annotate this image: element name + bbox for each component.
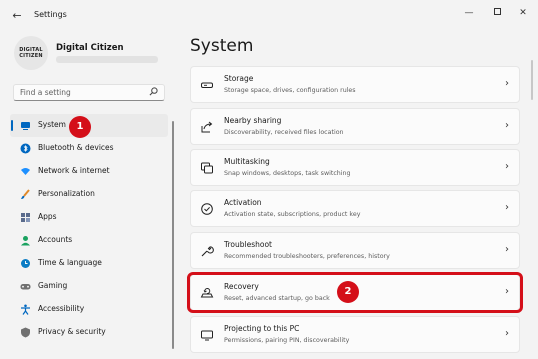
sidebar-item-label: Personalization [38,189,95,198]
chevron-right-icon: › [505,161,509,172]
sidebar-item-time-language[interactable]: Time & language [10,252,168,275]
sidebar-item-privacy[interactable]: Privacy & security [10,321,168,344]
storage-drive-icon [200,78,214,92]
settings-window: ← Settings — ✕ DIGITAL CITIZEN Digital C… [0,0,538,359]
card-title: Storage [224,74,254,83]
user-email-redacted [56,56,158,63]
multitasking-icon [200,161,214,175]
back-button[interactable]: ← [10,9,24,23]
sidebar-item-label: System [38,120,66,129]
search-input[interactable]: Find a setting [13,84,165,101]
wrench-icon [200,244,214,258]
system-display-icon [20,120,31,131]
minimize-icon: — [464,8,474,18]
card-subtitle: Recommended troubleshooters, preferences… [224,253,390,260]
sidebar-item-network[interactable]: Network & internet [10,160,168,183]
projector-icon [200,328,214,342]
card-title: Nearby sharing [224,116,282,125]
search-icon [149,87,158,98]
user-profile[interactable]: DIGITAL CITIZEN Digital Citizen [10,34,170,74]
card-title: Activation [224,198,262,207]
card-nearby-sharing[interactable]: Nearby sharing Discoverability, received… [190,108,520,145]
chevron-right-icon: › [505,328,509,339]
card-multitasking[interactable]: Multitasking Snap windows, desktops, tas… [190,149,520,186]
card-subtitle: Permissions, pairing PIN, discoverabilit… [224,337,350,344]
sidebar-item-label: Gaming [38,281,68,290]
close-button[interactable]: ✕ [514,6,532,20]
card-subtitle: Activation state, subscriptions, product… [224,211,361,218]
title-bar: ← Settings — ✕ [0,0,538,32]
accessibility-icon [20,304,31,315]
card-title: Projecting to this PC [224,324,300,333]
chevron-right-icon: › [505,78,509,89]
main-scrollbar[interactable] [531,60,533,100]
sidebar-item-label: Accounts [38,235,73,244]
maximize-icon [493,8,501,15]
card-title: Multitasking [224,157,270,166]
gamepad-icon [20,281,31,292]
avatar: DIGITAL CITIZEN [14,36,48,70]
chevron-right-icon: › [505,244,509,255]
card-storage[interactable]: Storage Storage space, drives, configura… [190,66,520,103]
share-icon [200,120,214,134]
card-subtitle: Storage space, drives, configuration rul… [224,87,356,94]
step-badge-2: 2 [337,281,359,303]
sidebar-item-accounts[interactable]: Accounts [10,229,168,252]
globe-clock-icon [20,258,31,269]
sidebar-item-accessibility[interactable]: Accessibility [10,298,168,321]
sidebar-item-label: Accessibility [38,304,85,313]
maximize-button[interactable] [488,6,506,20]
chevron-right-icon: › [505,202,509,213]
sidebar-item-personalization[interactable]: Personalization [10,183,168,206]
card-subtitle: Discoverability, received files location [224,129,344,136]
user-name: Digital Citizen [56,43,124,53]
sidebar-item-gaming[interactable]: Gaming [10,275,168,298]
sidebar-nav: System Bluetooth & devices Network & int… [10,114,168,344]
search-placeholder: Find a setting [20,88,71,97]
page-title: System [190,36,254,56]
chevron-right-icon: › [505,120,509,131]
sidebar-scrollbar[interactable] [172,121,174,349]
card-subtitle: Snap windows, desktops, task switching [224,170,351,177]
app-title: Settings [34,10,67,19]
bluetooth-icon [20,143,31,154]
sidebar-item-label: Bluetooth & devices [38,143,114,152]
card-projecting[interactable]: Projecting to this PC Permissions, pairi… [190,316,520,353]
person-icon [20,235,31,246]
card-activation[interactable]: Activation Activation state, subscriptio… [190,190,520,227]
check-circle-icon [200,202,214,216]
apps-icon [20,212,31,223]
back-arrow-icon: ← [12,9,22,22]
minimize-button[interactable]: — [460,6,478,20]
wifi-icon [20,166,31,177]
card-title: Troubleshoot [224,240,272,249]
sidebar-item-label: Apps [38,212,57,221]
sidebar-item-apps[interactable]: Apps [10,206,168,229]
shield-icon [20,327,31,338]
sidebar-item-label: Privacy & security [38,327,106,336]
brush-icon [20,189,31,200]
sidebar-item-label: Time & language [38,258,102,267]
sidebar-item-label: Network & internet [38,166,110,175]
close-icon: ✕ [519,8,527,18]
card-troubleshoot[interactable]: Troubleshoot Recommended troubleshooters… [190,232,520,269]
step-badge-1: 1 [69,116,91,138]
active-indicator [11,120,13,131]
sidebar-item-bluetooth[interactable]: Bluetooth & devices [10,137,168,160]
